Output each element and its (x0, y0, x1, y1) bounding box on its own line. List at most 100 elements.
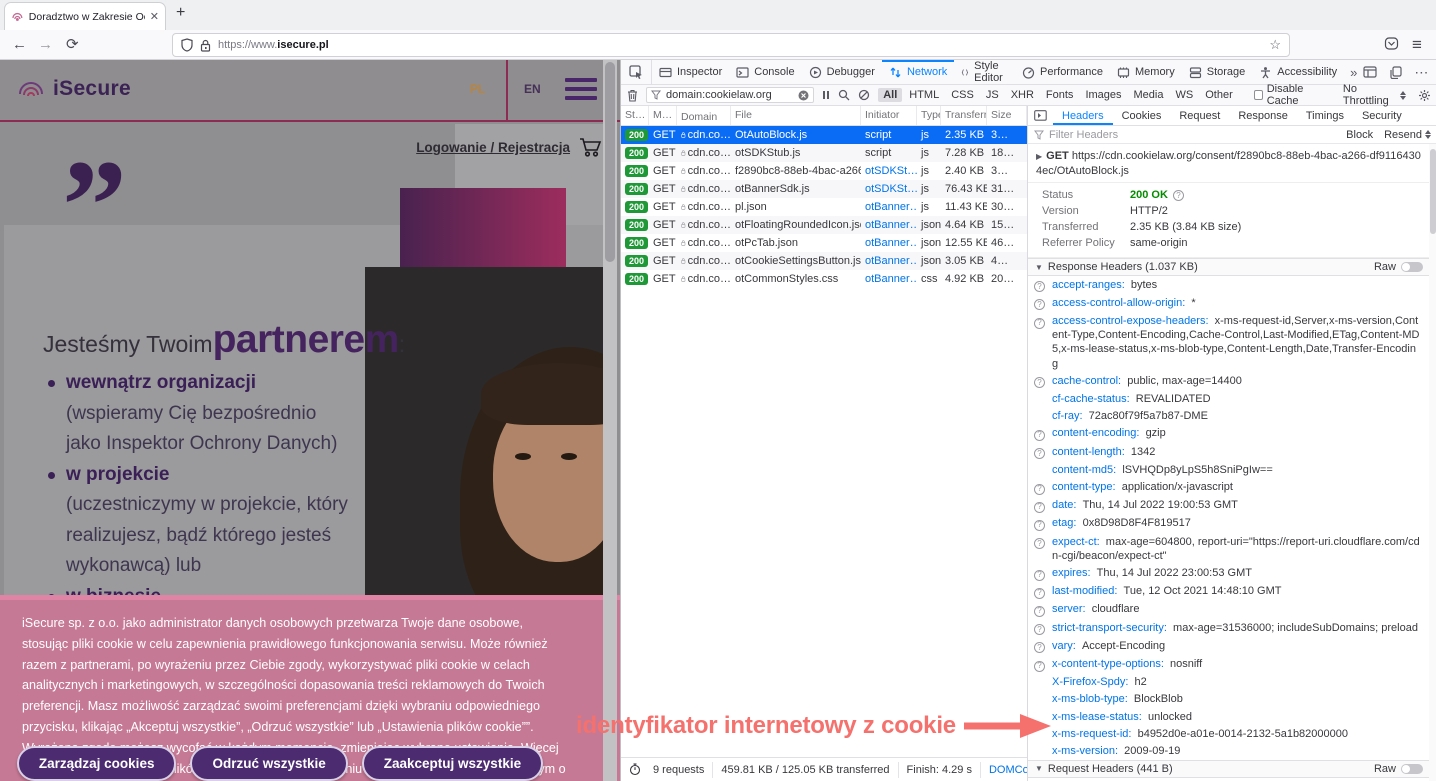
column-header-size[interactable]: Size (987, 106, 1027, 125)
separate-window-icon[interactable] (1389, 66, 1402, 79)
type-filter-media[interactable]: Media (1129, 88, 1169, 102)
help-icon[interactable]: ? (1034, 281, 1045, 292)
back-icon[interactable]: ← (12, 36, 27, 54)
help-icon[interactable]: ? (1034, 661, 1045, 672)
section-header-response-headers[interactable]: ▼Response Headers (1.037 KB)Raw (1028, 258, 1430, 276)
help-icon[interactable]: ? (1034, 448, 1045, 459)
initiator-cell[interactable]: otBanner… (861, 237, 917, 249)
detail-tab-request[interactable]: Request (1170, 106, 1229, 125)
search-icon[interactable] (838, 89, 850, 101)
help-icon[interactable]: ? (1034, 606, 1045, 617)
network-request-row[interactable]: 200GETcdn.co…pl.jsonotBanner…js11.43 KB3… (621, 198, 1027, 216)
block-icon[interactable] (858, 89, 870, 101)
detail-tab-response[interactable]: Response (1229, 106, 1297, 125)
column-header-st[interactable]: St… (621, 106, 649, 125)
devtools-tab-memory[interactable]: Memory (1110, 60, 1182, 84)
login-register-link[interactable]: Logowanie / Rejestracja (416, 140, 570, 155)
pause-icon[interactable] (822, 90, 830, 100)
devtools-tab-inspector[interactable]: Inspector (652, 60, 729, 84)
raw-toggle[interactable] (1401, 262, 1423, 272)
cookie-button-zarządzaj-cookies[interactable]: Zarządzaj cookies (17, 746, 177, 781)
network-request-row[interactable]: 200GETcdn.co…OtAutoBlock.jsscriptjs2.35 … (621, 126, 1027, 144)
devtools-tab-style-editor[interactable]: Style Editor (954, 60, 1015, 84)
network-request-row[interactable]: 200GETcdn.co…otPcTab.jsonotBanner…json12… (621, 234, 1027, 252)
shield-icon[interactable] (181, 38, 193, 52)
new-tab-button[interactable]: + (176, 4, 185, 22)
devtools-tab-accessibility[interactable]: Accessibility (1252, 60, 1344, 84)
checkbox-icon[interactable] (1254, 90, 1263, 100)
detail-tab-cookies[interactable]: Cookies (1113, 106, 1171, 125)
menu-hamburger-icon[interactable] (565, 78, 597, 105)
initiator-cell[interactable]: otBanner… (861, 255, 917, 267)
section-header-request-headers[interactable]: ▼Request Headers (441 B)Raw (1028, 760, 1430, 778)
type-filter-html[interactable]: HTML (904, 88, 944, 102)
help-icon[interactable]: ? (1034, 299, 1045, 310)
tab-close-icon[interactable]: ✕ (150, 10, 159, 23)
network-request-row[interactable]: 200GETcdn.co…otBannerSdk.jsotSDKSt…js76.… (621, 180, 1027, 198)
column-header-m[interactable]: M… (649, 106, 677, 125)
url-bar[interactable]: https://www.isecure.pl ☆ (172, 33, 1290, 57)
type-filter-js[interactable]: JS (981, 88, 1004, 102)
site-logo[interactable]: iSecure (16, 74, 131, 104)
devtools-tab-storage[interactable]: Storage (1182, 60, 1253, 84)
url-text[interactable]: https://www.isecure.pl (218, 39, 329, 51)
help-icon[interactable]: ? (1034, 318, 1045, 329)
help-icon[interactable]: ? (1173, 190, 1184, 201)
detail-tab-timings[interactable]: Timings (1297, 106, 1353, 125)
filter-headers-input[interactable]: Filter Headers (1049, 129, 1335, 141)
throttling-select[interactable]: No Throttling (1343, 83, 1406, 107)
expand-triangle-icon[interactable]: ▶ (1036, 152, 1042, 161)
lang-en-button[interactable]: EN (524, 82, 541, 96)
initiator-cell[interactable]: otSDKSt… (861, 183, 917, 195)
network-request-row[interactable]: 200GETcdn.co…otCookieSettingsButton.json… (621, 252, 1027, 270)
forward-icon[interactable]: → (38, 36, 53, 54)
cookie-button-odrzuć-wszystkie[interactable]: Odrzuć wszystkie (190, 746, 347, 781)
help-icon[interactable]: ? (1034, 624, 1045, 635)
initiator-cell[interactable]: otBanner… (861, 219, 917, 231)
domcontentloaded-time[interactable]: DOMContentLoaded: (981, 762, 1027, 778)
type-filter-css[interactable]: CSS (946, 88, 979, 102)
devtools-tab-network[interactable]: Network (882, 60, 954, 84)
clear-filter-icon[interactable] (798, 90, 809, 101)
column-header-domain[interactable]: Domain (677, 106, 731, 125)
headers-scrollbar[interactable] (1429, 144, 1436, 781)
initiator-cell[interactable]: otBanner… (861, 201, 917, 213)
detail-tab-headers[interactable]: Headers (1053, 106, 1113, 125)
block-button[interactable]: Block (1340, 129, 1379, 141)
column-header-file[interactable]: File (731, 106, 861, 125)
network-request-row[interactable]: 200GETcdn.co…f2890bc8-88eb-4bac-a266-df9… (621, 162, 1027, 180)
disable-cache-checkbox[interactable]: Disable Cache (1254, 83, 1329, 107)
detail-tab-security[interactable]: Security (1353, 106, 1411, 125)
help-icon[interactable]: ? (1034, 520, 1045, 531)
help-icon[interactable]: ? (1034, 570, 1045, 581)
collapse-twisty-icon[interactable]: ▼ (1035, 263, 1043, 272)
network-request-row[interactable]: 200GETcdn.co…otFloatingRoundedIcon.jsono… (621, 216, 1027, 234)
devtools-tab-debugger[interactable]: Debugger (802, 60, 882, 84)
help-icon[interactable]: ? (1034, 538, 1045, 549)
initiator-cell[interactable]: otSDKSt… (861, 165, 917, 177)
pick-element-icon[interactable] (621, 60, 652, 84)
initiator-cell[interactable]: otBanner… (861, 273, 917, 285)
resend-button[interactable]: Resend (1384, 129, 1431, 141)
devtools-tab-performance[interactable]: Performance (1015, 60, 1110, 84)
type-filter-other[interactable]: Other (1200, 88, 1238, 102)
type-filter-images[interactable]: Images (1080, 88, 1126, 102)
more-tools-chevron-icon[interactable]: » (1344, 60, 1363, 84)
column-header-type[interactable]: Type (917, 106, 941, 125)
column-header-transferred[interactable]: Transferred (941, 106, 987, 125)
cookie-button-zaakceptuj-wszystkie[interactable]: Zaakceptuj wszystkie (362, 746, 543, 781)
cart-icon[interactable] (578, 136, 602, 158)
toggle-details-pane-icon[interactable] (1028, 106, 1053, 125)
headers-scroll-area[interactable]: ▶GET https://cdn.cookielaw.org/consent/f… (1028, 144, 1430, 781)
bookmark-star-icon[interactable]: ☆ (1269, 37, 1281, 53)
browser-tab[interactable]: Doradztwo w Zakresie Ochrony Dany ✕ (4, 2, 166, 30)
help-icon[interactable]: ? (1034, 430, 1045, 441)
type-filter-fonts[interactable]: Fonts (1041, 88, 1079, 102)
help-icon[interactable]: ? (1034, 588, 1045, 599)
raw-toggle[interactable] (1401, 764, 1423, 774)
devtools-tab-console[interactable]: Console (729, 60, 801, 84)
page-scrollbar[interactable] (603, 60, 617, 781)
lang-pl-button[interactable]: PL (470, 82, 485, 96)
network-request-row[interactable]: 200GETcdn.co…otCommonStyles.cssotBanner…… (621, 270, 1027, 288)
help-icon[interactable]: ? (1034, 377, 1045, 388)
